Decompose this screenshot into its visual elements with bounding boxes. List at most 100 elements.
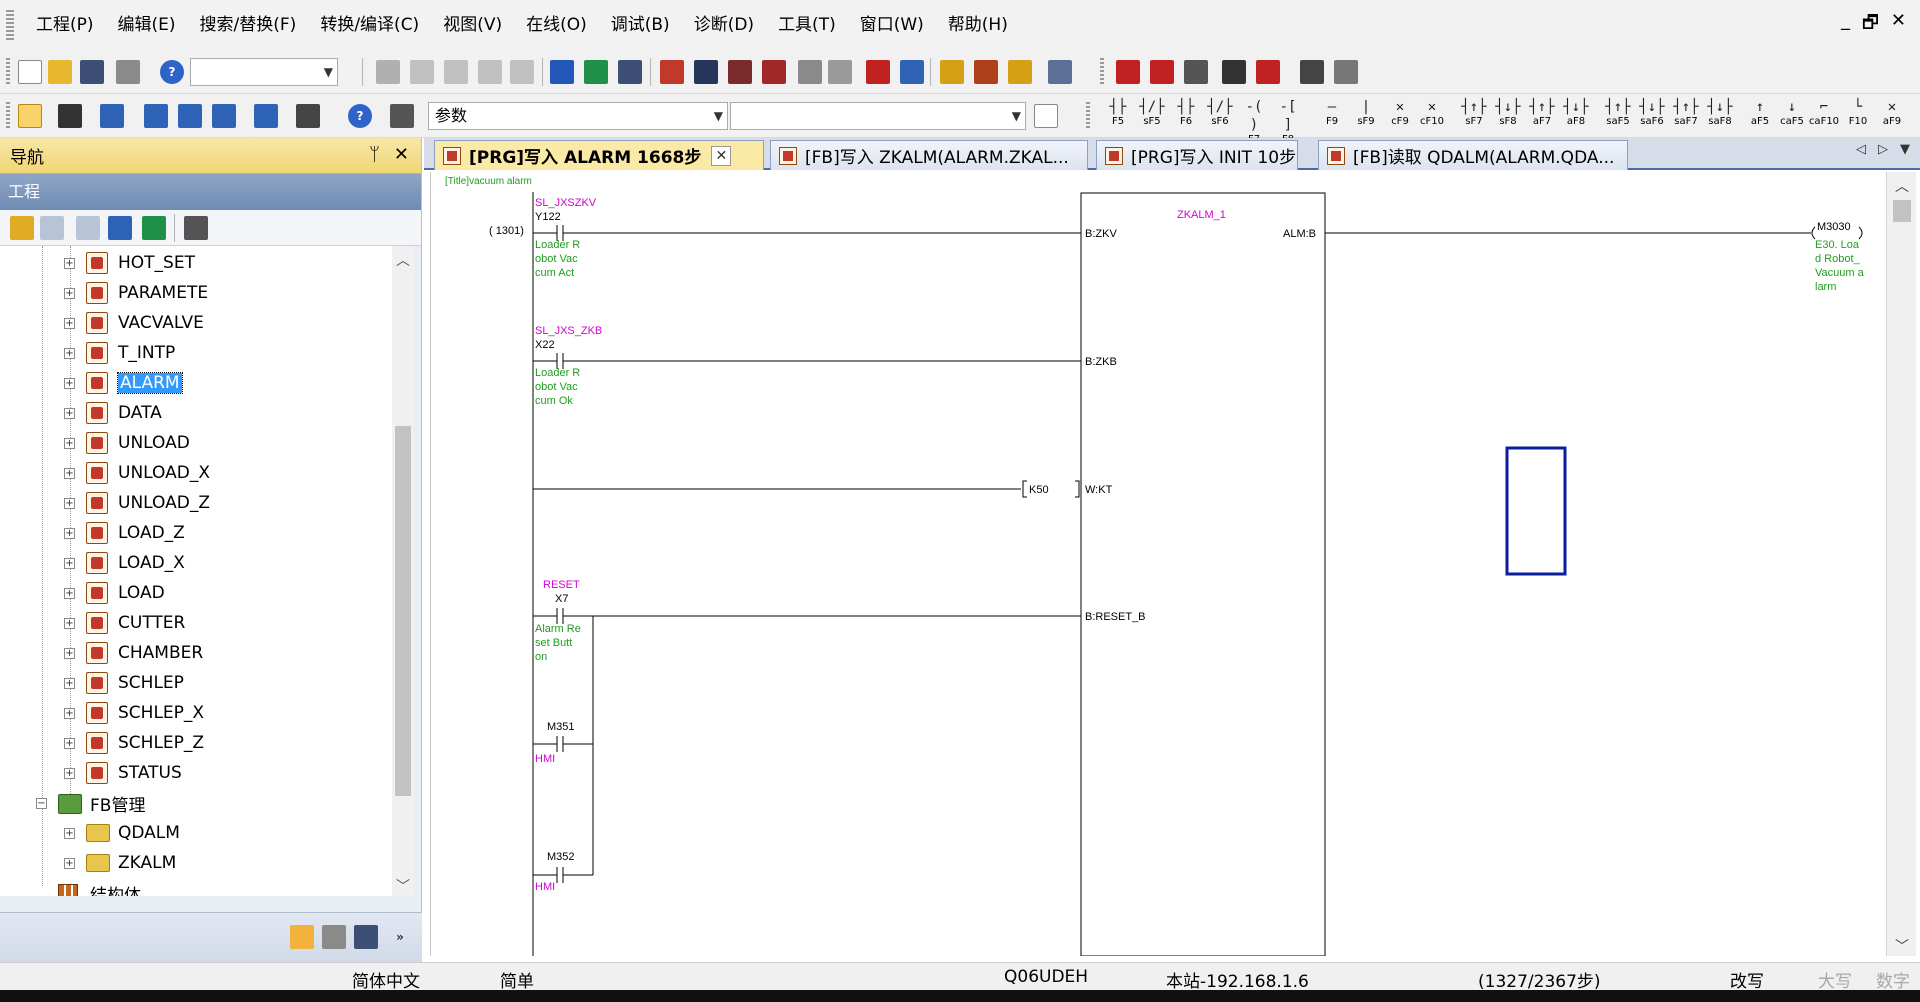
- tab-next-icon[interactable]: ▷: [1878, 142, 1888, 157]
- ladder-symbol-button[interactable]: └ F10: [1842, 98, 1874, 134]
- disabled-icon[interactable]: [828, 60, 852, 84]
- tree-expander-icon[interactable]: +: [64, 708, 75, 719]
- tree-item[interactable]: + LOAD_X: [0, 548, 390, 578]
- tab-close-icon[interactable]: ✕: [711, 145, 732, 166]
- ladder-symbol-button[interactable]: ✕ cF9: [1384, 98, 1416, 134]
- tree-expander-icon[interactable]: +: [64, 468, 75, 479]
- menu-item[interactable]: 搜索/替换(F): [188, 0, 309, 50]
- pin-icon[interactable]: [290, 925, 314, 949]
- ladder-symbol-button[interactable]: ┤/├ sF5: [1136, 98, 1168, 134]
- tree-expander-icon[interactable]: +: [64, 438, 75, 449]
- tree-expander-icon[interactable]: +: [64, 498, 75, 509]
- tree-expander-icon[interactable]: +: [64, 858, 75, 869]
- tree-expander-icon[interactable]: +: [64, 258, 75, 269]
- tree-item[interactable]: + LOAD_Z: [0, 518, 390, 548]
- trace-icon[interactable]: [1222, 60, 1246, 84]
- ladder-symbol-button[interactable]: — F9: [1316, 98, 1348, 134]
- compile-icon[interactable]: [940, 60, 964, 84]
- tree-expander-icon[interactable]: +: [64, 768, 75, 779]
- chevron-down-icon[interactable]: »: [388, 925, 412, 949]
- ladder-symbol-button[interactable]: ┤/├ sF6: [1204, 98, 1236, 134]
- search-device-icon[interactable]: [296, 104, 320, 128]
- editor-tab[interactable]: [FB]读取 QDALM(ALARM.QDA...: [1318, 140, 1628, 170]
- menu-item[interactable]: 诊断(D): [682, 0, 766, 50]
- menu-item[interactable]: 编辑(E): [106, 0, 188, 50]
- chart-icon[interactable]: [1150, 60, 1174, 84]
- open-folder-icon[interactable]: [48, 60, 72, 84]
- new-file-icon[interactable]: [18, 60, 42, 84]
- menu-item[interactable]: 在线(O): [514, 0, 599, 50]
- redo-icon[interactable]: [510, 60, 534, 84]
- watch-icon[interactable]: [254, 104, 278, 128]
- dev-icon[interactable]: [178, 104, 202, 128]
- tree-expander-icon[interactable]: +: [64, 528, 75, 539]
- ladder-symbol-button[interactable]: ↑ aF5: [1744, 98, 1776, 134]
- write-plc-icon[interactable]: [660, 60, 684, 84]
- ladder-symbol-button[interactable]: ┤↑├ aF7: [1526, 98, 1558, 134]
- ladder-symbol-button[interactable]: ┤↓├ saF8: [1704, 98, 1736, 134]
- menu-item[interactable]: 视图(V): [431, 0, 514, 50]
- restore-button[interactable]: 🗗: [1862, 10, 1879, 40]
- find-icon[interactable]: [390, 104, 414, 128]
- tree-item[interactable]: + VACVALVE: [0, 308, 390, 338]
- tree-item[interactable]: + SCHLEP_Z: [0, 728, 390, 758]
- hex-icon[interactable]: [618, 60, 642, 84]
- remote-icon[interactable]: [762, 60, 786, 84]
- tree-expander-icon[interactable]: +: [64, 288, 75, 299]
- ladder-symbol-button[interactable]: ┤↓├ aF8: [1560, 98, 1592, 134]
- paste-icon[interactable]: [444, 60, 468, 84]
- book-icon[interactable]: [322, 925, 346, 949]
- project-tree-icon[interactable]: [18, 104, 42, 128]
- paste-icon[interactable]: [76, 216, 100, 240]
- menu-item[interactable]: 工具(T): [766, 0, 848, 50]
- tree-expander-icon[interactable]: +: [64, 378, 75, 389]
- sample-icon[interactable]: [1300, 60, 1324, 84]
- tree-item[interactable]: 结构体: [0, 878, 390, 896]
- ladder-symbol-button[interactable]: ↓ caF5: [1776, 98, 1808, 134]
- module-icon[interactable]: [58, 104, 82, 128]
- dev-icon[interactable]: [144, 104, 168, 128]
- print-icon[interactable]: [116, 60, 140, 84]
- monitor-icon[interactable]: [584, 60, 608, 84]
- chart-icon[interactable]: [1116, 60, 1140, 84]
- monitor-mode-icon[interactable]: [1048, 60, 1072, 84]
- menu-item[interactable]: 帮助(H): [936, 0, 1020, 50]
- project-combo[interactable]: ▼: [190, 58, 338, 86]
- dev-write-icon[interactable]: [866, 60, 890, 84]
- ladder-symbol-button[interactable]: ┤↓├ sF8: [1492, 98, 1524, 134]
- tree-expander-icon[interactable]: +: [64, 648, 75, 659]
- close-icon[interactable]: ✕: [394, 144, 409, 165]
- convert-all-icon[interactable]: [1008, 60, 1032, 84]
- tree-item[interactable]: + HOT_SET: [0, 248, 390, 278]
- cut-icon[interactable]: [376, 60, 400, 84]
- disabled-icon[interactable]: [798, 60, 822, 84]
- editor-tab[interactable]: [PRG]写入 INIT 10步: [1096, 140, 1298, 170]
- menu-item[interactable]: 转换/编译(C): [308, 0, 431, 50]
- ladder-symbol-button[interactable]: ┤↑├ sF7: [1458, 98, 1490, 134]
- tree-expander-icon[interactable]: +: [64, 738, 75, 749]
- edit-cursor[interactable]: [1505, 446, 1567, 576]
- tree-scrollbar[interactable]: ︿ ﹀: [392, 246, 414, 896]
- tree-item[interactable]: + UNLOAD: [0, 428, 390, 458]
- tree-item[interactable]: + SCHLEP: [0, 668, 390, 698]
- copy-icon[interactable]: [410, 60, 434, 84]
- help-icon[interactable]: ?: [348, 104, 372, 128]
- ladder-symbol-button[interactable]: ┤├ F6: [1170, 98, 1202, 134]
- read-plc-icon[interactable]: [694, 60, 718, 84]
- ladder-symbol-button[interactable]: ✕ aF9: [1876, 98, 1908, 134]
- refresh-icon[interactable]: [142, 216, 166, 240]
- menu-grip[interactable]: [6, 10, 14, 40]
- tree-item[interactable]: + SCHLEP_X: [0, 698, 390, 728]
- close-button[interactable]: ✕: [1891, 10, 1906, 40]
- sample-icon[interactable]: [1334, 60, 1358, 84]
- verify-icon[interactable]: [728, 60, 752, 84]
- save-icon[interactable]: [354, 925, 378, 949]
- editor-tab[interactable]: [FB]写入 ZKALM(ALARM.ZKAL...: [770, 140, 1088, 170]
- device-icon[interactable]: [550, 60, 574, 84]
- ladder-symbol-button[interactable]: ⌐ caF10: [1808, 98, 1840, 134]
- minimize-button[interactable]: _: [1841, 10, 1850, 40]
- document-icon[interactable]: [1034, 104, 1058, 128]
- tree-item[interactable]: + T_INTP: [0, 338, 390, 368]
- ladder-symbol-button[interactable]: | sF9: [1350, 98, 1382, 134]
- tree-expander-icon[interactable]: +: [64, 558, 75, 569]
